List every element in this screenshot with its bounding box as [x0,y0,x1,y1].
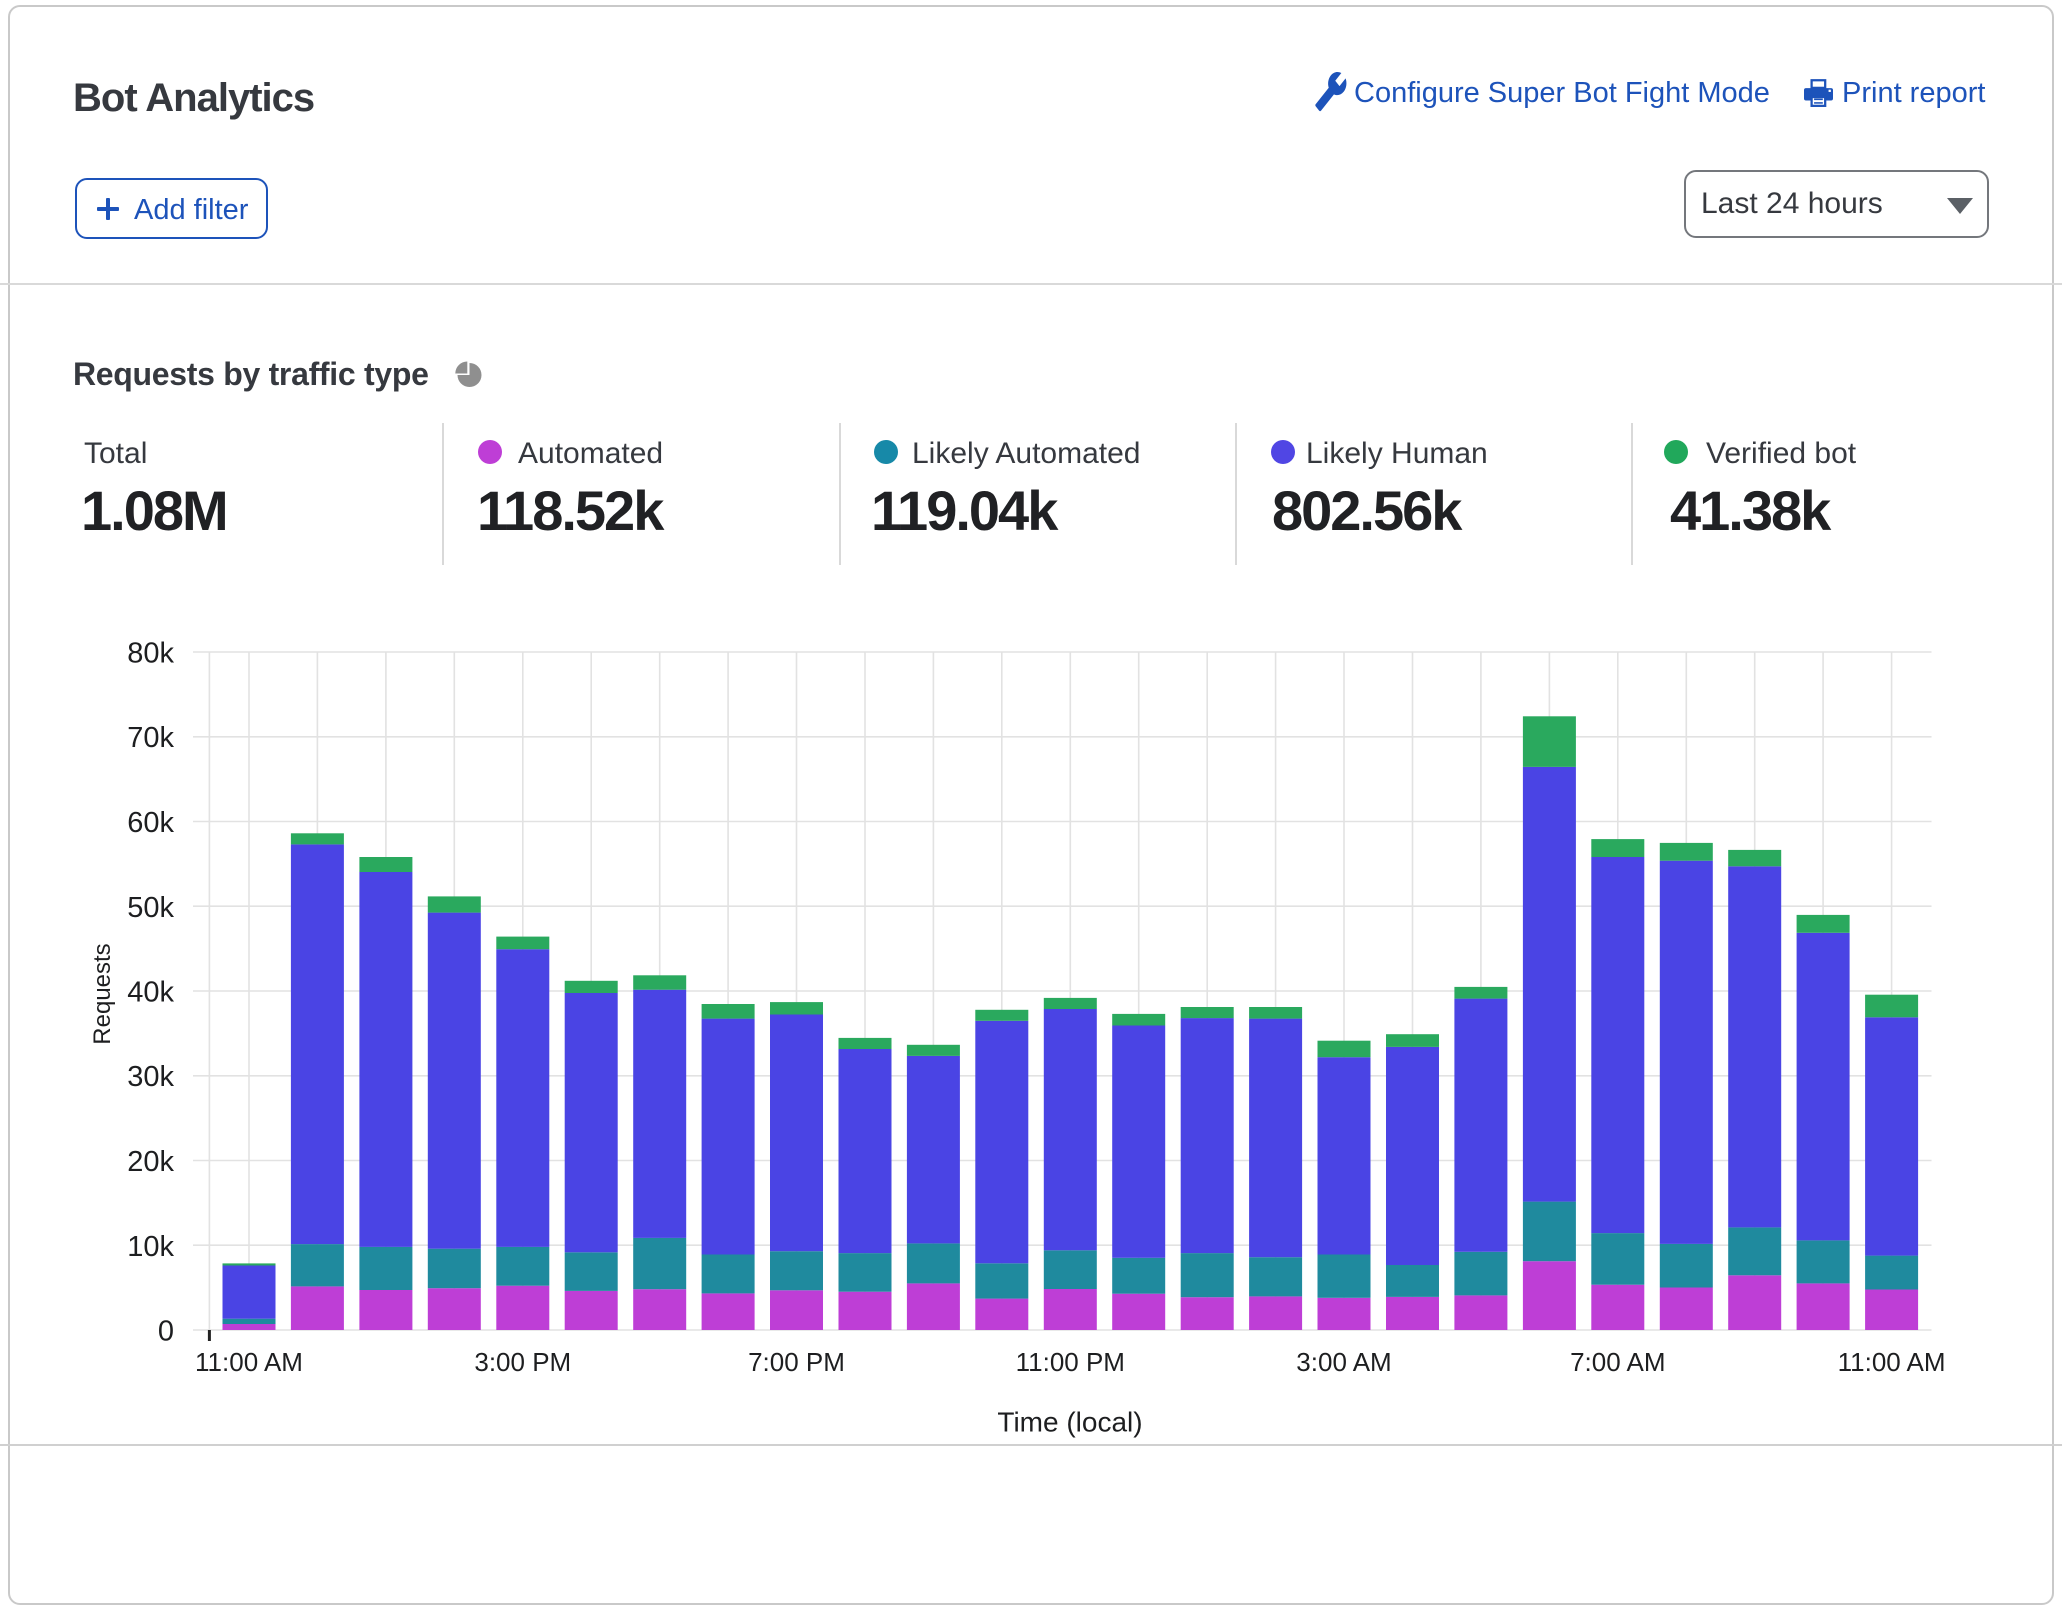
svg-text:Time (local): Time (local) [997,1407,1142,1438]
svg-text:40k: 40k [127,977,174,1009]
svg-text:3:00 AM: 3:00 AM [1296,1347,1391,1377]
svg-text:20k: 20k [127,1146,174,1178]
svg-text:0: 0 [158,1316,174,1348]
svg-text:11:00 AM: 11:00 AM [195,1347,303,1377]
svg-text:11:00 PM: 11:00 PM [1016,1347,1125,1377]
svg-text:80k: 80k [127,638,174,670]
svg-text:30k: 30k [127,1061,174,1093]
svg-text:10k: 10k [127,1231,174,1263]
svg-text:7:00 PM: 7:00 PM [748,1347,845,1377]
svg-text:60k: 60k [127,807,174,839]
svg-text:3:00 PM: 3:00 PM [474,1347,571,1377]
svg-text:50k: 50k [127,892,174,924]
svg-text:Requests: Requests [89,943,116,1044]
svg-text:11:00 AM: 11:00 AM [1838,1347,1946,1377]
svg-text:7:00 AM: 7:00 AM [1570,1347,1665,1377]
svg-text:70k: 70k [127,722,174,754]
